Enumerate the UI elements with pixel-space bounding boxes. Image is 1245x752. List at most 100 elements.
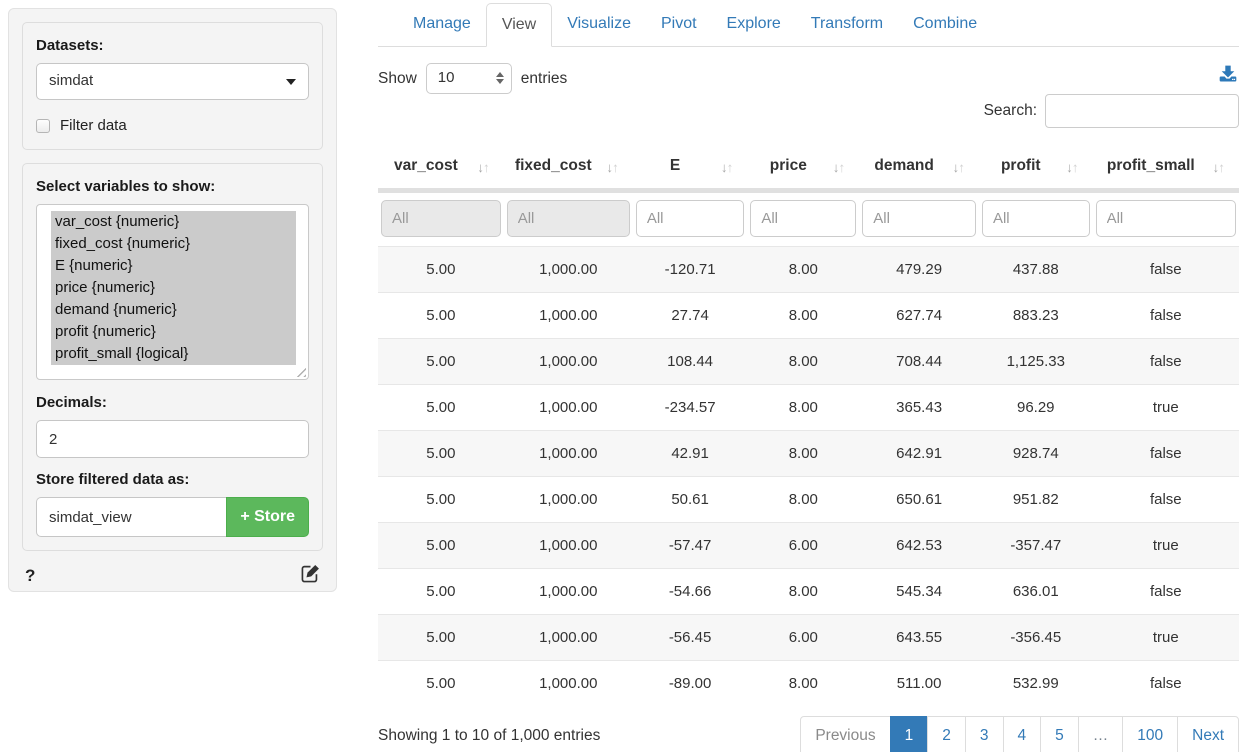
sort-icon: ↓↑ xyxy=(721,160,734,175)
tab-combine[interactable]: Combine xyxy=(898,3,992,47)
resize-handle-icon[interactable] xyxy=(295,366,306,377)
cell: -120.71 xyxy=(633,247,748,293)
datasets-label: Datasets: xyxy=(36,37,309,54)
filter-data-checkbox[interactable] xyxy=(36,119,50,133)
cell: 8.00 xyxy=(747,661,859,707)
table-row: 5.001,000.0027.748.00627.74883.23false xyxy=(378,293,1239,339)
page-previous: Previous xyxy=(800,716,890,752)
table-header-row: var_cost↓↑fixed_cost↓↑E↓↑price↓↑demand↓↑… xyxy=(378,151,1239,188)
pagination: Previous12345…100Next xyxy=(800,716,1239,752)
showing-entries-info: Showing 1 to 10 of 1,000 entries xyxy=(378,727,600,745)
dataset-select[interactable]: simdat xyxy=(36,63,309,100)
variable-option[interactable]: E {numeric} xyxy=(51,255,296,277)
variables-listbox[interactable]: var_cost {numeric}fixed_cost {numeric}E … xyxy=(36,204,309,380)
page-ellipsis: … xyxy=(1078,716,1124,752)
tab-transform[interactable]: Transform xyxy=(796,3,898,47)
filter-input-demand[interactable] xyxy=(862,200,976,237)
variable-option[interactable]: profit_small {logical} xyxy=(51,343,296,365)
column-header-demand[interactable]: demand↓↑ xyxy=(859,151,979,188)
tab-label: Explore xyxy=(712,3,796,45)
cell: 8.00 xyxy=(747,293,859,339)
column-label: demand xyxy=(874,157,933,174)
cell: 1,000.00 xyxy=(504,615,633,661)
download-icon[interactable] xyxy=(1219,65,1237,82)
decimals-input[interactable] xyxy=(36,420,309,458)
variable-option[interactable]: var_cost {numeric} xyxy=(51,211,296,233)
table-row: 5.001,000.0050.618.00650.61951.82false xyxy=(378,477,1239,523)
table-row: 5.001,000.0042.918.00642.91928.74false xyxy=(378,431,1239,477)
page-100[interactable]: 100 xyxy=(1122,716,1178,752)
filter-input-fixed_cost xyxy=(507,200,630,237)
tab-explore[interactable]: Explore xyxy=(712,3,796,47)
sort-icon: ↓↑ xyxy=(833,160,846,175)
cell: 1,000.00 xyxy=(504,661,633,707)
column-header-E[interactable]: E ↓↑ xyxy=(633,151,748,188)
column-header-var_cost[interactable]: var_cost↓↑ xyxy=(378,151,504,188)
edit-report-icon[interactable] xyxy=(301,564,320,588)
sidebar-footer: ? xyxy=(22,564,323,588)
tab-manage[interactable]: Manage xyxy=(398,3,486,47)
column-label: var_cost xyxy=(394,157,458,174)
view-options-panel: Select variables to show: var_cost {nume… xyxy=(22,163,323,551)
dataset-panel: Datasets: simdat Filter data xyxy=(22,22,323,150)
tab-label: Combine xyxy=(898,3,992,45)
cell: 5.00 xyxy=(378,615,504,661)
cell: -57.47 xyxy=(633,523,748,569)
cell: 108.44 xyxy=(633,339,748,385)
filter-input-profit[interactable] xyxy=(982,200,1090,237)
column-header-profit[interactable]: profit↓↑ xyxy=(979,151,1093,188)
search-input[interactable] xyxy=(1045,94,1239,128)
cell: 8.00 xyxy=(747,247,859,293)
cell: 8.00 xyxy=(747,339,859,385)
table-footer: Showing 1 to 10 of 1,000 entries Previou… xyxy=(378,716,1239,752)
show-label: Show xyxy=(378,70,417,88)
filter-data-label: Filter data xyxy=(60,117,127,134)
cell: 5.00 xyxy=(378,293,504,339)
page-2[interactable]: 2 xyxy=(927,716,966,752)
cell: 8.00 xyxy=(747,431,859,477)
cell: false xyxy=(1093,293,1239,339)
tab-bar: ManageViewVisualizePivotExploreTransform… xyxy=(378,0,1239,47)
tab-visualize[interactable]: Visualize xyxy=(552,3,646,47)
cell: -89.00 xyxy=(633,661,748,707)
data-table: var_cost↓↑fixed_cost↓↑E↓↑price↓↑demand↓↑… xyxy=(378,151,1239,706)
filter-row xyxy=(378,193,1239,247)
tab-pivot[interactable]: Pivot xyxy=(646,3,712,47)
filter-input-price[interactable] xyxy=(750,200,856,237)
column-header-price[interactable]: price↓↑ xyxy=(747,151,859,188)
help-icon[interactable]: ? xyxy=(25,566,35,586)
cell: false xyxy=(1093,661,1239,707)
cell: 5.00 xyxy=(378,477,504,523)
variable-option[interactable]: fixed_cost {numeric} xyxy=(51,233,296,255)
cell: 479.29 xyxy=(859,247,979,293)
variable-option[interactable]: profit {numeric} xyxy=(51,321,296,343)
cell: 1,000.00 xyxy=(504,385,633,431)
cell: -234.57 xyxy=(633,385,748,431)
sidebar: Datasets: simdat Filter data Select vari… xyxy=(8,8,337,592)
column-label: E xyxy=(670,157,680,174)
cell: 545.34 xyxy=(859,569,979,615)
table-row: 5.001,000.00-56.456.00643.55-356.45true xyxy=(378,615,1239,661)
cell: 650.61 xyxy=(859,477,979,523)
page-size-select[interactable]: 10 xyxy=(426,63,512,94)
page-4[interactable]: 4 xyxy=(1003,716,1042,752)
table-row: 5.001,000.00-234.578.00365.4396.29true xyxy=(378,385,1239,431)
cell: 5.00 xyxy=(378,523,504,569)
store-name-input[interactable] xyxy=(36,497,226,537)
column-header-profit_small[interactable]: profit_small↓↑ xyxy=(1093,151,1239,188)
variable-option[interactable]: demand {numeric} xyxy=(51,299,296,321)
cell: 8.00 xyxy=(747,385,859,431)
filter-input-E[interactable] xyxy=(636,200,745,237)
page-5[interactable]: 5 xyxy=(1040,716,1079,752)
variable-option[interactable]: price {numeric} xyxy=(51,277,296,299)
page-next[interactable]: Next xyxy=(1177,716,1239,752)
filter-input-profit_small[interactable] xyxy=(1096,200,1236,237)
store-button[interactable]: + Store xyxy=(226,497,309,537)
column-header-fixed_cost[interactable]: fixed_cost↓↑ xyxy=(504,151,633,188)
tab-view[interactable]: View xyxy=(486,3,552,47)
page-1[interactable]: 1 xyxy=(890,716,929,752)
page-3[interactable]: 3 xyxy=(965,716,1004,752)
table-row: 5.001,000.00-54.668.00545.34636.01false xyxy=(378,569,1239,615)
cell: 5.00 xyxy=(378,569,504,615)
table-controls: Show 10 entries Search: xyxy=(378,63,1239,131)
